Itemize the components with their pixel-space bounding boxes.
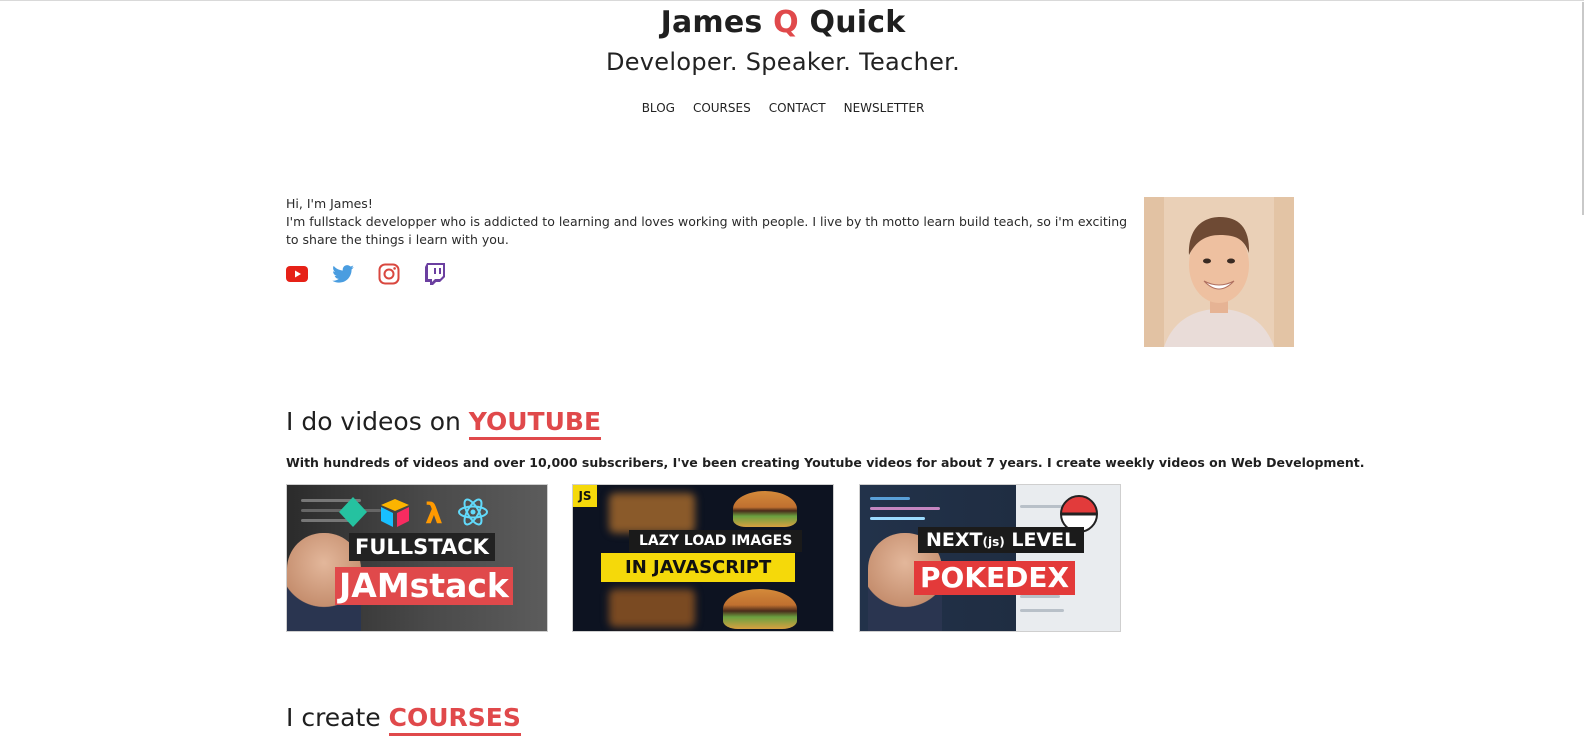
code-line <box>870 517 925 520</box>
nav-newsletter[interactable]: NEWSLETTER <box>844 101 925 115</box>
thumbnail-title: POKEDEX <box>914 561 1076 595</box>
burger-image <box>723 589 797 629</box>
caption-level: LEVEL <box>1004 529 1077 551</box>
js-badge: JS <box>573 485 597 507</box>
video-thumbnail-jamstack[interactable]: λ FULLSTACK JAMstack <box>286 484 548 632</box>
nav-blog[interactable]: BLOG <box>642 101 675 115</box>
svg-text:λ: λ <box>425 497 443 529</box>
bio: I'm fullstack developper who is addicted… <box>286 214 1128 247</box>
blurred-image <box>609 493 695 533</box>
youtube-heading-prefix: I do videos on <box>286 407 461 436</box>
youtube-description: With hundreds of videos and over 10,000 … <box>286 455 1365 470</box>
courses-heading: I create COURSES <box>286 703 521 736</box>
nav-contact[interactable]: CONTACT <box>769 101 826 115</box>
burger-image <box>733 491 797 527</box>
twitch-icon[interactable] <box>424 263 446 285</box>
code-line <box>870 507 940 510</box>
tagline: Developer. Speaker. Teacher. <box>605 48 961 76</box>
title-initial: Q <box>773 5 799 40</box>
title-last-name: Quick <box>809 5 906 40</box>
social-links <box>286 263 446 285</box>
code-line <box>870 497 910 500</box>
instagram-icon[interactable] <box>378 263 400 285</box>
youtube-icon[interactable] <box>286 263 308 285</box>
title-first-name: James <box>660 5 763 40</box>
main-nav: BLOG COURSES CONTACT NEWSLETTER <box>0 101 1566 115</box>
video-thumbnail-lazy-load[interactable]: JS LAZY LOAD IMAGES IN JAVASCRIPT <box>572 484 834 632</box>
caption-next: NEXT <box>926 529 983 551</box>
about-text: Hi, I'm James! I'm fullstack developper … <box>286 195 1134 249</box>
thumbnail-title: IN JAVASCRIPT <box>601 553 796 582</box>
greeting: Hi, I'm James! <box>286 196 373 211</box>
list-line <box>1020 595 1060 598</box>
site-title[interactable]: James Q Quick <box>0 5 1566 40</box>
thumbnail-caption: FULLSTACK <box>349 533 495 561</box>
tech-logos-icon: λ <box>339 497 488 529</box>
thumbnail-caption: LAZY LOAD IMAGES <box>629 530 803 552</box>
youtube-heading: I do videos on YOUTUBE <box>286 407 602 440</box>
youtube-link[interactable]: YOUTUBE <box>468 407 602 440</box>
courses-link[interactable]: COURSES <box>388 703 521 736</box>
profile-photo <box>1144 197 1294 347</box>
blurred-image <box>609 589 695 627</box>
courses-heading-prefix: I create <box>286 703 381 732</box>
nav-courses[interactable]: COURSES <box>693 101 751 115</box>
thumbnail-caption: NEXT(js) LEVEL <box>918 527 1085 553</box>
caption-js: (js) <box>982 535 1005 549</box>
video-thumbnail-pokedex[interactable]: NEXT(js) LEVEL POKEDEX <box>859 484 1121 632</box>
thumbnail-title: JAMstack <box>335 567 513 605</box>
twitter-icon[interactable] <box>332 263 354 285</box>
list-line <box>1020 609 1064 612</box>
